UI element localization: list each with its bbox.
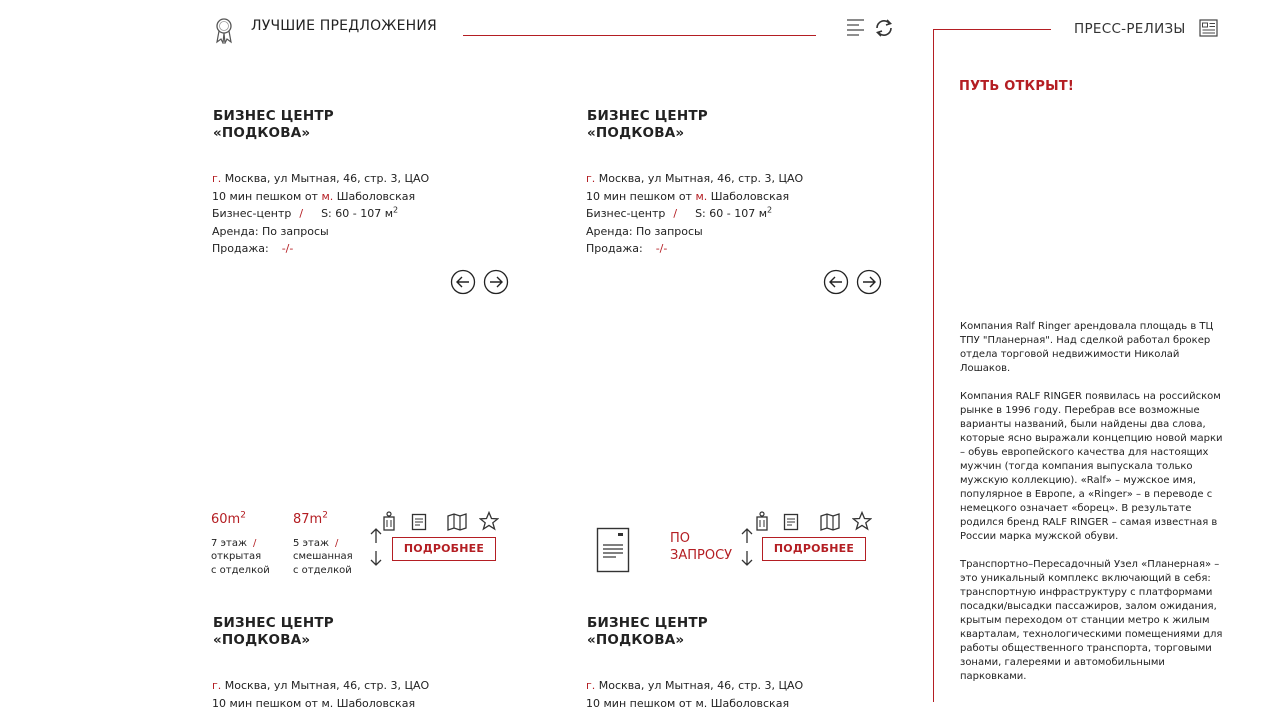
offer-details: г. Москва, ул Мытная, 46, стр. 3, ЦАО 10… <box>586 679 804 710</box>
refresh-icon[interactable] <box>873 17 895 39</box>
offer-title[interactable]: БИЗНЕС ЦЕНТР «ПОДКОВА» <box>587 615 917 649</box>
more-details-button[interactable]: ПОДРОБНЕЕ <box>762 537 866 561</box>
press-body: Компания Ralf Ringer арендовала площадь … <box>960 320 1226 698</box>
award-icon <box>214 17 234 44</box>
star-icon[interactable] <box>852 511 872 531</box>
offer-card[interactable]: БИЗНЕС ЦЕНТР «ПОДКОВА» г. Москва, ул Мыт… <box>586 108 917 255</box>
document-icon[interactable] <box>783 513 799 531</box>
next-arrow-button[interactable] <box>483 269 509 295</box>
list-view-icon[interactable] <box>846 18 865 38</box>
no-photo-document-icon <box>596 527 630 573</box>
map-icon[interactable] <box>447 513 467 531</box>
unit-option[interactable]: 60m2 7 этаж / открытая с отделкой <box>211 511 270 577</box>
star-icon[interactable] <box>479 511 499 531</box>
offer-title[interactable]: БИЗНЕС ЦЕНТР «ПОДКОВА» <box>213 615 543 649</box>
sort-arrows-icon[interactable] <box>741 528 753 566</box>
price-on-request: ПО ЗАПРОСУ <box>670 531 733 563</box>
press-title: ПРЕСС-РЕЛИЗЫ <box>1074 21 1186 37</box>
prev-arrow-button[interactable] <box>450 269 476 295</box>
offer-card[interactable]: БИЗНЕС ЦЕНТР «ПОДКОВА» г. Москва, ул Мыт… <box>586 615 917 710</box>
offer-title[interactable]: БИЗНЕС ЦЕНТР «ПОДКОВА» <box>587 108 917 142</box>
next-arrow-button[interactable] <box>856 269 882 295</box>
sort-arrows-icon[interactable] <box>370 528 382 566</box>
elevator-icon[interactable] <box>382 511 396 531</box>
prev-arrow-button[interactable] <box>823 269 849 295</box>
header-divider <box>463 35 816 36</box>
section-title: ЛУЧШИЕ ПРЕДЛОЖЕНИЯ <box>251 18 437 34</box>
offer-title[interactable]: БИЗНЕС ЦЕНТР «ПОДКОВА» <box>213 108 543 142</box>
offer-details: г. Москва, ул Мытная, 46, стр. 3, ЦАО 10… <box>586 172 804 256</box>
offer-details: г. Москва, ул Мытная, 46, стр. 3, ЦАО 10… <box>212 679 430 710</box>
press-panel-border <box>933 29 934 702</box>
newspaper-icon[interactable] <box>1199 19 1218 37</box>
more-details-button[interactable]: ПОДРОБНЕЕ <box>392 537 496 561</box>
press-paragraph: Компания Ralf Ringer арендовала площадь … <box>960 321 1214 374</box>
unit-option[interactable]: 87m2 5 этаж / смешанная с отделкой <box>293 511 353 577</box>
press-divider <box>933 29 1051 30</box>
press-paragraph: Компания RALF RINGER появилась на россий… <box>960 391 1223 542</box>
map-icon[interactable] <box>820 513 840 531</box>
document-icon[interactable] <box>411 513 427 531</box>
offer-card[interactable]: БИЗНЕС ЦЕНТР «ПОДКОВА» г. Москва, ул Мыт… <box>212 108 543 255</box>
elevator-icon[interactable] <box>755 511 769 531</box>
offer-details: г. Москва, ул Мытная, 46, стр. 3, ЦАО 10… <box>212 172 430 256</box>
press-paragraph: Транспортно–Пересадочный Узел «Планерная… <box>960 559 1223 682</box>
offer-card[interactable]: БИЗНЕС ЦЕНТР «ПОДКОВА» г. Москва, ул Мыт… <box>212 615 543 710</box>
press-headline[interactable]: ПУТЬ ОТКРЫТ! <box>959 79 1074 94</box>
